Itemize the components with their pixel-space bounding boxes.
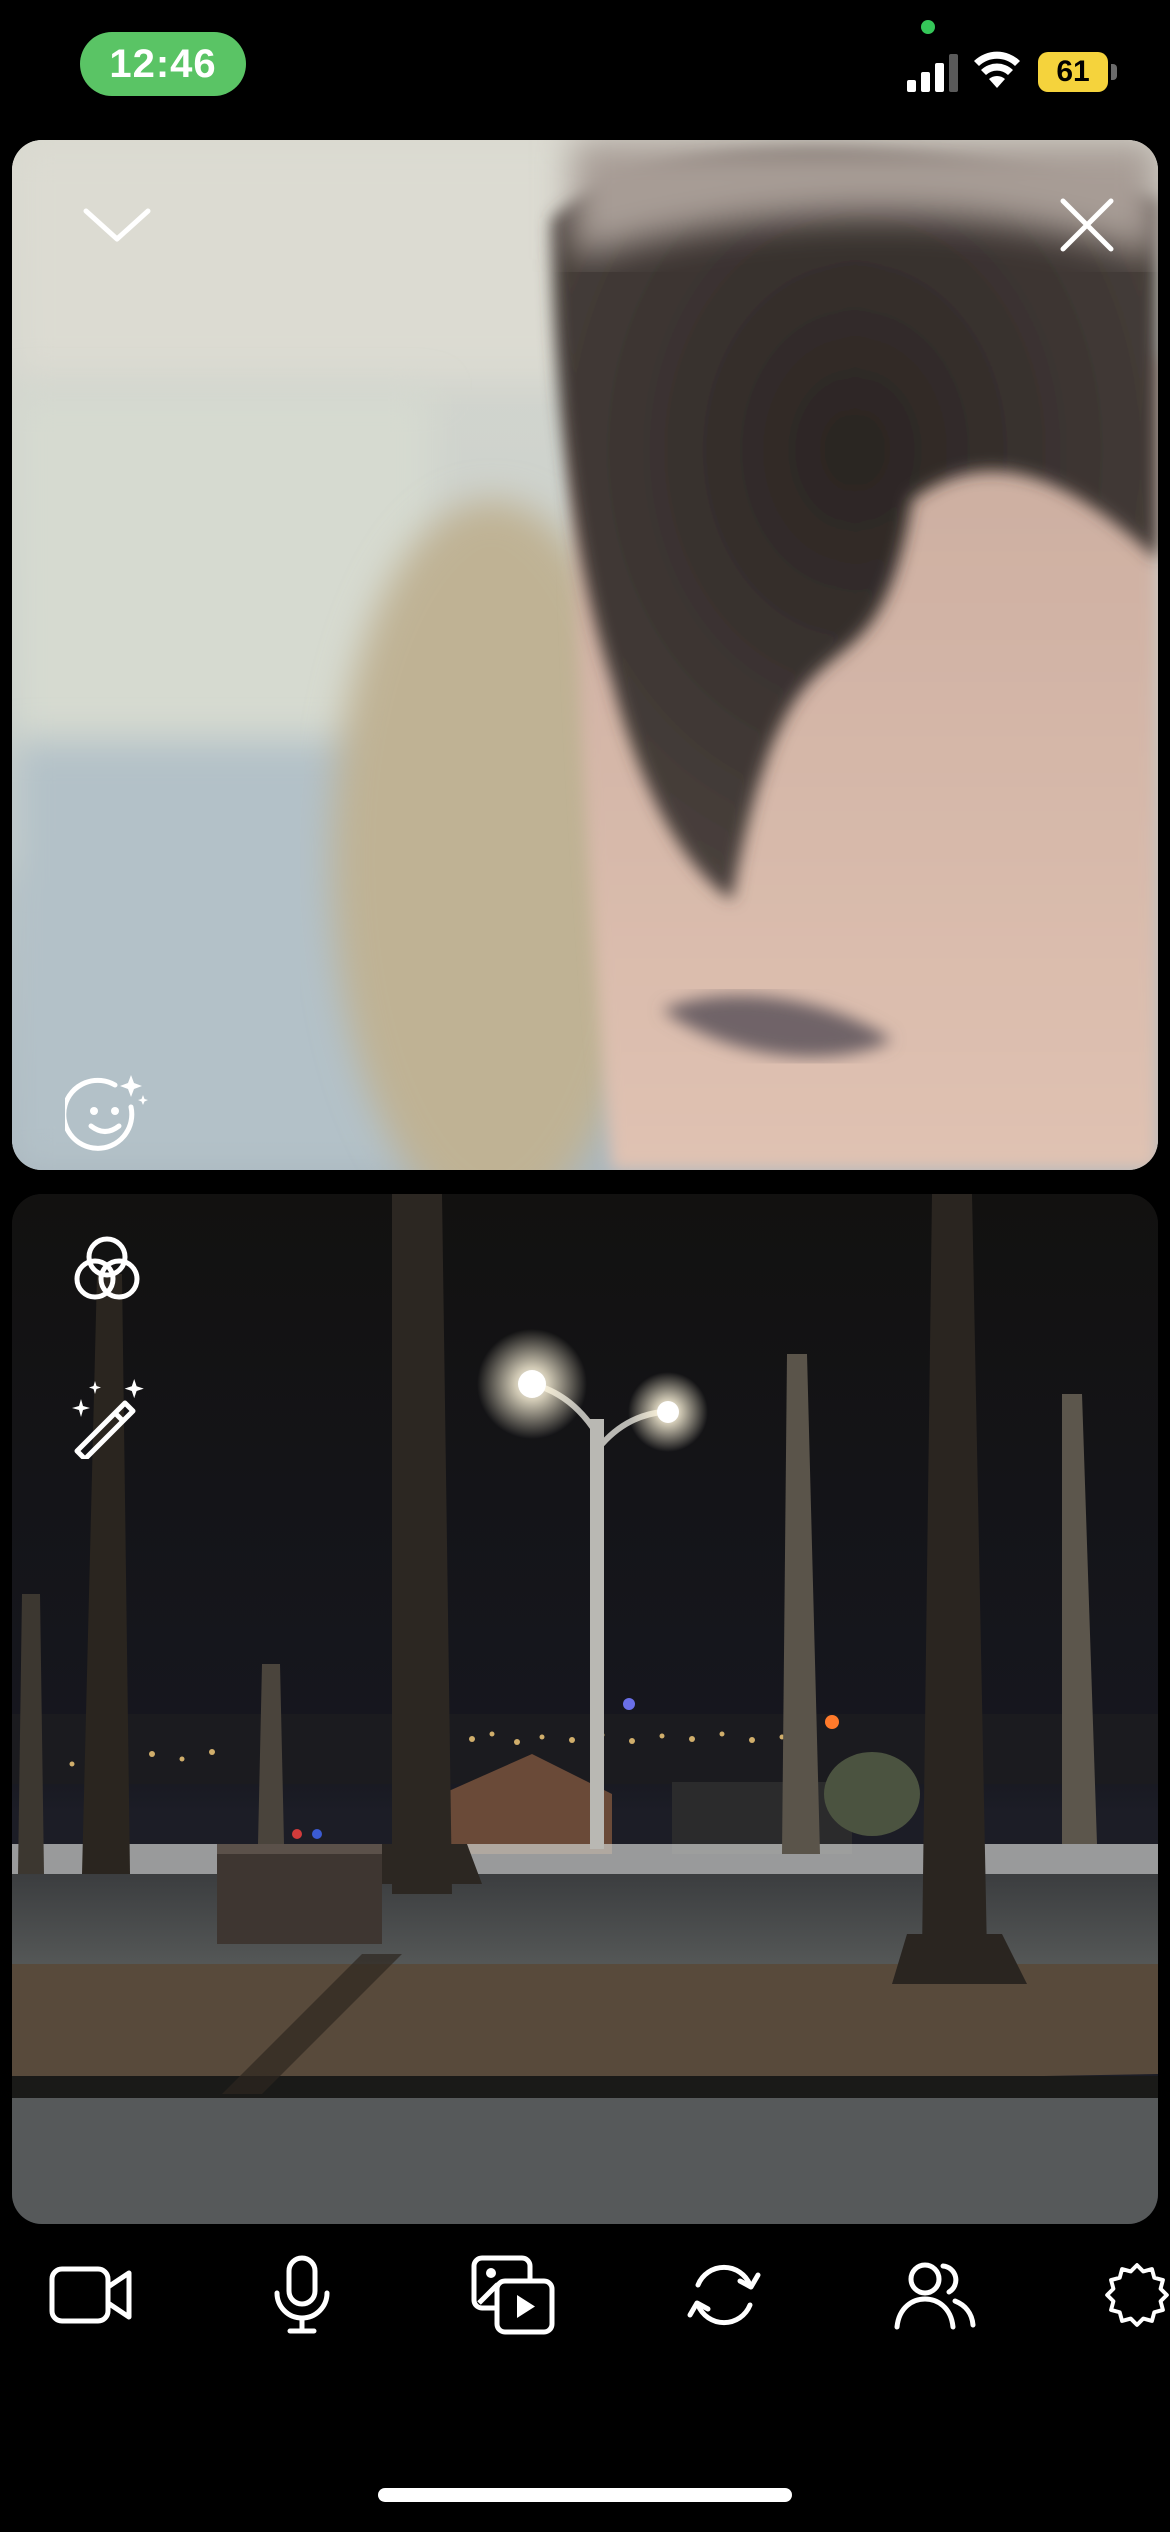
wifi-icon bbox=[974, 51, 1020, 88]
toggle-video-button[interactable] bbox=[36, 2240, 146, 2350]
filters-icon bbox=[74, 1236, 140, 1300]
status-time: 12:46 bbox=[80, 32, 246, 96]
settings-button[interactable] bbox=[1090, 2240, 1170, 2350]
chevron-down-icon bbox=[83, 208, 151, 242]
participants-icon bbox=[894, 2262, 976, 2330]
camera-in-use-indicator bbox=[921, 20, 935, 34]
remote-video-frame bbox=[12, 140, 1158, 1170]
local-video-feed[interactable] bbox=[12, 1194, 1158, 2224]
close-icon bbox=[1060, 198, 1114, 252]
beauty-effects-button[interactable] bbox=[52, 1364, 162, 1474]
video-camera-icon bbox=[49, 2266, 132, 2324]
share-media-button[interactable] bbox=[458, 2240, 568, 2350]
battery-cap bbox=[1111, 64, 1117, 80]
remote-video-feed[interactable] bbox=[12, 140, 1158, 1170]
local-video-frame bbox=[12, 1194, 1158, 2224]
battery-indicator: 61 bbox=[1038, 52, 1108, 92]
flip-camera-button[interactable] bbox=[669, 2240, 779, 2350]
cellular-signal-icon bbox=[907, 54, 958, 92]
flip-camera-icon bbox=[687, 2264, 761, 2326]
filters-button[interactable] bbox=[52, 1214, 162, 1324]
media-share-icon bbox=[471, 2255, 555, 2335]
toggle-microphone-button[interactable] bbox=[247, 2240, 357, 2350]
face-effects-button[interactable] bbox=[52, 1060, 162, 1170]
collapse-button[interactable] bbox=[62, 170, 172, 280]
settings-icon bbox=[1105, 2263, 1169, 2327]
call-toolbar bbox=[0, 2240, 1170, 2350]
home-indicator[interactable] bbox=[378, 2488, 792, 2502]
close-button[interactable] bbox=[1032, 170, 1142, 280]
face-sparkle-icon bbox=[65, 1075, 148, 1151]
microphone-icon bbox=[274, 2255, 330, 2334]
status-bar: 12:46 61 bbox=[0, 0, 1170, 130]
participants-button[interactable] bbox=[880, 2240, 990, 2350]
magic-wand-icon bbox=[72, 1379, 144, 1459]
